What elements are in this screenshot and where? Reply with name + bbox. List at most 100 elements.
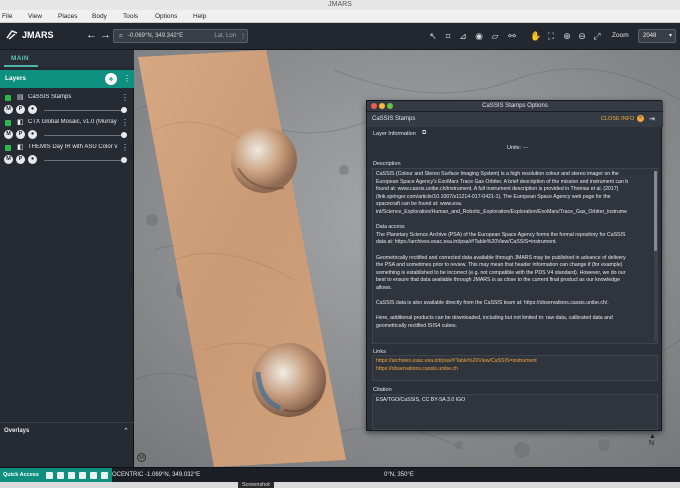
layer-m-button[interactable]: M xyxy=(4,155,13,164)
cursor-coordinate-readout: OCENTRIC -1.069°N, 349.032°E xyxy=(112,472,201,478)
quick-access-icon[interactable] xyxy=(90,472,97,479)
more-icon[interactable]: ⋮ xyxy=(239,33,247,40)
scrollbar-thumb[interactable] xyxy=(654,171,657,251)
menu-places[interactable]: Places xyxy=(58,13,78,20)
coordinate-value: -0.069°N, 349.342°E xyxy=(128,33,184,39)
quick-access-label: Quick Access xyxy=(3,472,39,478)
app-name: JMARS xyxy=(22,30,54,40)
layer-m-button[interactable]: M xyxy=(4,130,13,139)
layer-opacity-slider[interactable] xyxy=(44,160,126,161)
hand-icon[interactable]: ✋ xyxy=(530,31,541,41)
exit-icon[interactable]: ⇥ xyxy=(649,115,655,123)
layer-m-button[interactable]: M xyxy=(4,105,13,114)
layer-p-button[interactable]: P xyxy=(16,130,25,139)
layer-name: CTX Global Mosaic, v1.0 (Murray ... xyxy=(28,119,118,125)
overlays-title: Overlays xyxy=(4,428,30,434)
quick-access-icon[interactable] xyxy=(46,472,53,479)
layer-name: CaSSIS Stamps xyxy=(28,94,72,100)
overlays-section[interactable]: Overlays ⌃ xyxy=(0,422,134,438)
menu-file[interactable]: File xyxy=(2,13,12,20)
close-info-button[interactable]: CLOSE INFO xyxy=(601,116,634,122)
slider-knob[interactable] xyxy=(121,132,127,138)
layer-settings-button[interactable]: ● xyxy=(28,105,37,114)
layer-menu-icon[interactable]: ⋮ xyxy=(121,143,129,152)
select-arrow-icon[interactable]: ↖ xyxy=(428,31,438,41)
link-psa[interactable]: https://archives.esac.esa.int/psa/#!Tabl… xyxy=(376,358,537,364)
quick-access-icon[interactable] xyxy=(101,472,108,479)
menu-view[interactable]: View xyxy=(28,13,42,20)
search-icon: ⌕ xyxy=(118,31,124,40)
left-panel: MAIN Layers + ⋮ ▤ CaSSIS Stamps ⋮ M P ● … xyxy=(0,50,134,467)
layer-p-button[interactable]: P xyxy=(16,155,25,164)
layer-p-button[interactable]: P xyxy=(16,105,25,114)
layer-settings-button[interactable]: ● xyxy=(28,155,37,164)
measure-icon[interactable]: ⌗ xyxy=(443,31,453,41)
coordinate-search-input[interactable]: ⌕ -0.069°N, 349.342°E Lat, Lon ⋮ xyxy=(113,29,248,43)
layer-settings-button[interactable]: ● xyxy=(28,130,37,139)
expand-icon[interactable]: ⤢ xyxy=(592,31,602,41)
menu-help[interactable]: Help xyxy=(193,13,206,20)
layer-visibility-checkbox[interactable] xyxy=(5,95,11,101)
zoom-out-icon[interactable]: ⊖ xyxy=(577,31,587,41)
layer-row[interactable]: ◧ THEMIS Day IR with ASU Color v1... ⋮ M… xyxy=(0,142,134,168)
tab-main[interactable]: MAIN xyxy=(0,50,134,67)
link-icon[interactable]: ⚯ xyxy=(507,31,517,41)
menu-options[interactable]: Options xyxy=(155,13,177,20)
layers-menu-icon[interactable]: ⋮ xyxy=(123,74,131,83)
quick-access-icon[interactable] xyxy=(79,472,86,479)
zoom-select[interactable]: 2048 ▾ xyxy=(638,29,676,43)
ruler-icon[interactable]: ▱ xyxy=(490,31,500,41)
chevron-down-icon: ▾ xyxy=(668,33,672,39)
citation-box: ESA/TGO/CaSSIS, CC BY-SA 3.0 IGO xyxy=(372,394,658,430)
description-text: CaSSIS (Colour and Stereo Surface Imagin… xyxy=(376,171,629,329)
north-arrow-icon: ▲ N xyxy=(649,433,656,447)
units-text: Units: --- xyxy=(507,145,529,151)
copy-icon[interactable]: ⧉ xyxy=(422,130,426,137)
zoom-value: 2048 xyxy=(643,33,657,39)
quick-access-icon[interactable] xyxy=(68,472,75,479)
description-scrollbar[interactable] xyxy=(654,171,657,341)
layer-opacity-slider[interactable] xyxy=(44,135,126,136)
layer-information-label: Layer Information xyxy=(373,131,416,137)
coordinate-placeholder: Lat, Lon xyxy=(214,33,236,39)
description-text-area[interactable]: CaSSIS (Colour and Stereo Surface Imagin… xyxy=(372,168,658,344)
slider-knob[interactable] xyxy=(121,107,127,113)
layer-visibility-checkbox[interactable] xyxy=(5,145,11,151)
layers-title: Layers xyxy=(5,75,26,82)
layer-opacity-slider[interactable] xyxy=(44,110,126,111)
map-icon: ◧ xyxy=(17,144,24,151)
tab-underline xyxy=(4,65,38,67)
quick-access-icon[interactable] xyxy=(57,472,64,479)
quick-access-bar: Quick Access xyxy=(0,468,112,483)
dialog-title: CaSSIS Stamps Options xyxy=(482,103,548,109)
cassis-stamps-options-dialog: CaSSIS Stamps Options CaSSIS Stamps CLOS… xyxy=(366,100,663,431)
layer-menu-icon[interactable]: ⋮ xyxy=(121,118,129,127)
back-arrow-icon[interactable]: ← xyxy=(86,29,97,41)
add-layer-button[interactable]: + xyxy=(105,73,117,85)
main-toolbar: JMARS ← → ⌕ -0.069°N, 349.342°E Lat, Lon… xyxy=(0,23,680,50)
link-cassis[interactable]: https://observations.cassis.unibe.ch xyxy=(376,366,458,372)
menu-tools[interactable]: Tools xyxy=(123,13,138,20)
close-info-icon[interactable]: × xyxy=(637,115,644,122)
menu-body[interactable]: Body xyxy=(92,13,107,20)
stamp-icon: ▤ xyxy=(17,94,24,101)
status-bar: Quick Access OCENTRIC -1.069°N, 349.032°… xyxy=(0,467,680,483)
window-title: JMARS xyxy=(0,0,680,10)
chevron-up-icon[interactable]: ⌃ xyxy=(123,427,129,435)
layer-row[interactable]: ◧ CTX Global Mosaic, v1.0 (Murray ... ⋮ … xyxy=(0,117,134,143)
layers-header: Layers + ⋮ xyxy=(0,70,134,88)
layer-name: THEMIS Day IR with ASU Color v1... xyxy=(28,144,118,150)
map-m-icon[interactable]: M xyxy=(137,453,146,462)
layer-visibility-checkbox[interactable] xyxy=(5,120,11,126)
fit-icon[interactable]: ⛶ xyxy=(546,31,556,41)
citation-text: ESA/TGO/CaSSIS, CC BY-SA 3.0 IGO xyxy=(376,397,466,403)
zoom-in-icon[interactable]: ⊕ xyxy=(562,31,572,41)
layer-menu-icon[interactable]: ⋮ xyxy=(121,93,129,102)
eye-icon[interactable]: ◉ xyxy=(474,31,484,41)
chart-icon[interactable]: ⊿ xyxy=(458,31,468,41)
layer-row[interactable]: ▤ CaSSIS Stamps ⋮ M P ● xyxy=(0,92,134,118)
screenshot-tooltip: Screenshot xyxy=(238,482,274,488)
slider-knob[interactable] xyxy=(121,157,127,163)
menu-bar: File View Places Body Tools Options Help xyxy=(0,10,680,23)
forward-arrow-icon[interactable]: → xyxy=(100,29,111,41)
